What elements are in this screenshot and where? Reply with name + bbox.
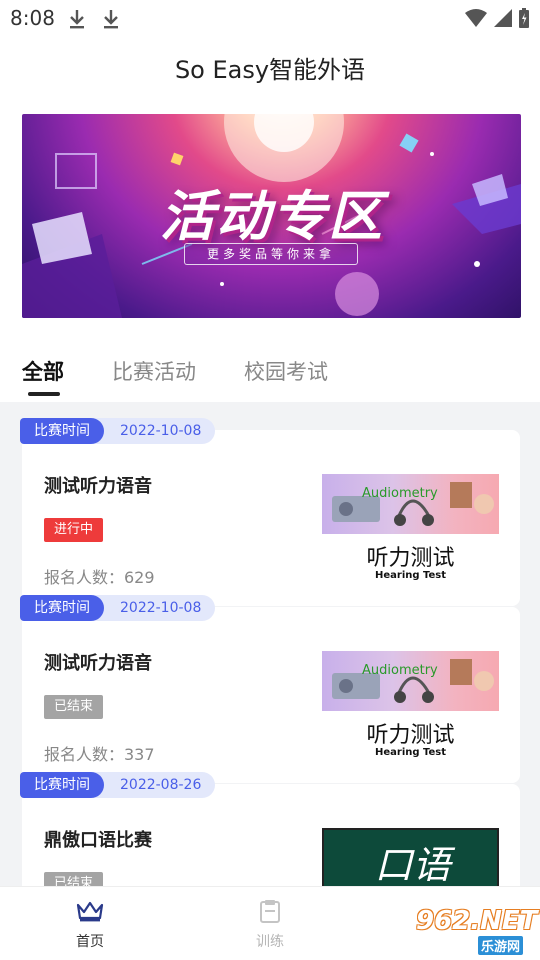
headphones-icon [332,482,494,526]
activity-list[interactable]: 比赛时间 2022-10-08 测试听力语音 进行中 报名人数：629 Audi… [0,402,540,886]
page-title: So Easy智能外语 [174,56,366,84]
status-badge: 已结束 [44,695,104,719]
tab-all[interactable]: 全部 [22,356,64,396]
nav-home[interactable]: 首页 [45,899,135,951]
status-badge: 已结束 [44,872,104,886]
status-bar: 8:08 [0,0,540,38]
battery-icon [519,8,529,28]
time-label: 比赛时间 [20,595,104,621]
download-icon [70,10,84,29]
card-title: 测试听力语音 [44,476,152,497]
signup-count: 报名人数：629 [44,568,155,587]
tab-competitions[interactable]: 比赛活动 [112,356,196,396]
time-date: 2022-10-08 [92,418,216,444]
headphones-icon [332,659,494,703]
thumbnail-title: 听力测试 [366,723,455,748]
status-time: 8:08 [10,6,55,30]
watermark-sub: 乐游网 [478,936,524,955]
nav-label: 首页 [76,934,104,950]
tab-campus-exams[interactable]: 校园考试 [244,356,328,396]
thumbnail-word: Audiometry [362,663,438,678]
crown-icon [76,901,104,922]
app-screen: 8:08 So Easy智能外语 活动专区 更多奖品等你来拿 全部 比赛活动 校… [0,0,540,960]
download-icon [104,10,118,29]
thumbnail-photo: Audiometry [322,474,499,534]
status-icons [464,7,530,29]
thumbnail-subtitle: Hearing Test [374,570,447,581]
signup-count: 报名人数：337 [44,745,155,764]
nav-training[interactable]: 训练 [225,899,315,951]
activity-card[interactable]: 比赛时间 2022-08-26 鼎傲口语比赛 已结束 口语 练习 [20,772,520,886]
card-thumbnail: 口语 练习 [322,828,499,886]
time-label: 比赛时间 [20,418,104,444]
tab-label: 全部 [22,360,64,384]
wifi-icon [465,9,487,27]
activity-card[interactable]: 比赛时间 2022-10-08 测试听力语音 进行中 报名人数：629 Audi… [20,418,520,606]
category-tabs: 全部 比赛活动 校园考试 [22,356,376,396]
activity-banner[interactable]: 活动专区 更多奖品等你来拿 [22,114,521,318]
signal-icon [494,9,512,27]
card-title: 鼎傲口语比赛 [44,830,152,851]
watermark-logo: 962.NET [416,906,538,936]
time-tag: 比赛时间 2022-10-08 [20,595,216,621]
time-tag: 比赛时间 2022-08-26 [20,772,216,798]
thumbnail-photo: Audiometry [322,651,499,711]
banner-subtitle: 更多奖品等你来拿 [184,243,358,265]
clipboard-icon [260,900,280,923]
time-tag: 比赛时间 2022-10-08 [20,418,216,444]
tab-label: 比赛活动 [112,360,196,384]
thumbnail-subtitle: Hearing Test [374,747,447,758]
card-thumbnail: Audiometry 听力测试 Hearing Test [322,474,499,592]
site-watermark: 962.NET 乐游网 [400,904,537,955]
card-thumbnail: Audiometry 听力测试 Hearing Test [322,651,499,769]
tab-label: 校园考试 [244,360,328,384]
status-badge: 进行中 [44,518,104,542]
time-label: 比赛时间 [20,772,104,798]
tab-active-indicator [28,392,60,396]
time-date: 2022-10-08 [92,595,216,621]
card-title: 测试听力语音 [44,653,152,674]
thumbnail-word: Audiometry [362,486,438,501]
thumbnail-title: 口语 [374,843,451,886]
nav-label: 训练 [256,934,284,950]
thumbnail-title: 听力测试 [366,546,455,571]
banner-headline: 活动专区 [160,185,384,248]
time-date: 2022-08-26 [92,772,216,798]
activity-card[interactable]: 比赛时间 2022-10-08 测试听力语音 已结束 报名人数：337 Audi… [20,595,520,783]
